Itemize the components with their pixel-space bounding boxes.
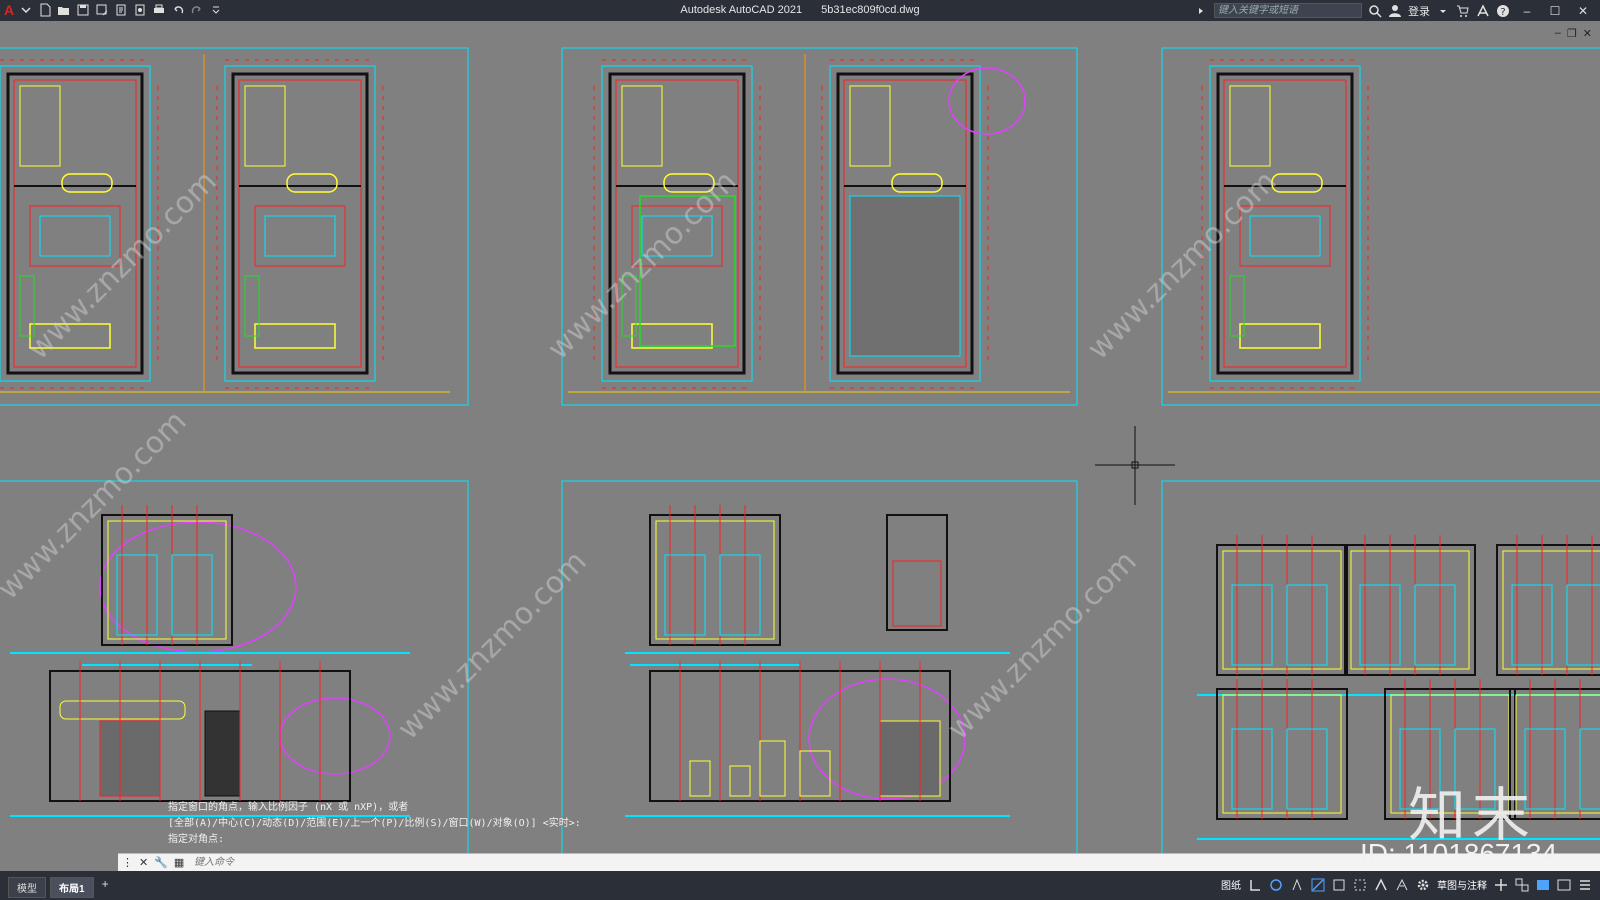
redo-icon[interactable] (190, 3, 204, 17)
drawing-layer: www.znzmo.com www.znzmo.com www.znzmo.co… (0, 47, 1600, 854)
plot-icon[interactable] (114, 3, 128, 17)
command-line-tools: ⋮ ✕ 🔧 ▦ (118, 856, 192, 869)
watermark-site: www.znzmo.com (0, 404, 194, 607)
viewport-close-icon[interactable]: ✕ (1583, 27, 1592, 40)
command-history: 指定窗口的角点，输入比例因子 (nX 或 nXP)，或者 [全部(A)/中心(C)… (168, 800, 581, 848)
isodraft-icon[interactable] (1290, 878, 1304, 892)
chevron-down-icon[interactable] (19, 3, 33, 17)
close-command-icon[interactable]: ✕ (139, 856, 148, 869)
elevation-view (1324, 534, 1496, 696)
elevation-view (1476, 534, 1600, 696)
gear-icon[interactable] (1416, 878, 1430, 892)
viewport-minimize-icon[interactable]: – (1555, 27, 1561, 40)
workspace-switch[interactable]: 草图与注释 (1437, 877, 1487, 892)
user-icon[interactable] (1388, 4, 1402, 18)
elevation-view (886, 514, 948, 631)
long-elevation (10, 652, 410, 817)
undo-icon[interactable] (171, 3, 185, 17)
auto-scale-icon[interactable] (1395, 878, 1409, 892)
open-icon[interactable] (57, 3, 71, 17)
application-menu-button[interactable]: A (4, 2, 14, 18)
viewport-restore-icon[interactable]: ❐ (1567, 27, 1577, 40)
customize-icon[interactable] (209, 3, 223, 17)
elevation-view (629, 504, 801, 666)
ortho-icon[interactable] (1248, 878, 1262, 892)
watermark-site: www.znzmo.com (941, 544, 1144, 747)
grip-icon[interactable]: ⋮ (122, 856, 133, 869)
watermark-site: www.znzmo.com (541, 164, 744, 367)
titlebar-right: 键入关键字或短语 登录 ? – ☐ ✕ (1194, 0, 1600, 21)
app-title: Autodesk AutoCAD 2021 (680, 4, 803, 16)
clean-screen-icon[interactable] (1557, 878, 1571, 892)
close-icon[interactable]: ✕ (1572, 4, 1594, 18)
drawing-canvas[interactable]: www.znzmo.com www.znzmo.com www.znzmo.co… (0, 21, 1600, 854)
layout-tabs: 模型 布局1 + (8, 877, 113, 898)
chevron-right-icon[interactable] (1194, 4, 1208, 18)
paper-space-toggle[interactable]: 图纸 (1221, 877, 1241, 892)
print-icon[interactable] (152, 3, 166, 17)
file-name: 5b31ec809f0cd.dwg (821, 4, 920, 16)
svg-text:?: ? (1500, 7, 1505, 18)
tab-model[interactable]: 模型 (8, 877, 46, 898)
save-icon[interactable] (76, 3, 90, 17)
annotation-visibility-icon[interactable] (1374, 877, 1388, 892)
search-input[interactable]: 键入关键字或短语 (1214, 3, 1362, 18)
title-bar: A Autodesk AutoCAD 2021 5b31ec809f0cd.dw… (0, 0, 1600, 21)
publish-icon[interactable] (133, 3, 147, 17)
autodesk-app-icon[interactable] (1476, 3, 1490, 18)
revision-cloud (279, 697, 391, 775)
polar-tracking-icon[interactable] (1269, 878, 1283, 892)
elevation-view (1196, 678, 1368, 840)
revision-cloud (99, 521, 297, 653)
status-bar: 模型 布局1 + 图纸 草图与注释 (0, 871, 1600, 900)
maximize-icon[interactable]: ☐ (1544, 4, 1566, 18)
viewport-controls: – ❐ ✕ (1555, 27, 1592, 40)
quick-access-toolbar: A (4, 2, 223, 18)
annotation-monitor-icon[interactable] (1494, 878, 1508, 892)
minimize-icon[interactable]: – (1516, 4, 1538, 18)
floor-hatch (849, 195, 961, 357)
command-history-line: 指定对角点: (168, 834, 225, 845)
saveas-icon[interactable] (95, 3, 109, 17)
wrench-icon[interactable]: 🔧 (154, 856, 168, 869)
add-layout-button[interactable]: + (98, 877, 113, 898)
watermark-site: www.znzmo.com (21, 164, 224, 367)
lineweight-icon[interactable] (1332, 878, 1346, 892)
cart-icon[interactable] (1456, 4, 1470, 18)
watermark-site: www.znzmo.com (1081, 164, 1284, 367)
elevation-detail (892, 560, 942, 627)
object-snap-icon[interactable] (1311, 878, 1325, 892)
quick-properties-icon[interactable] (1536, 878, 1550, 892)
elevation-view (1196, 534, 1368, 696)
new-icon[interactable] (38, 3, 52, 17)
chevron-down-icon[interactable] (1436, 4, 1450, 18)
command-history-icon[interactable]: ▦ (174, 856, 184, 869)
customization-menu-icon[interactable] (1578, 878, 1592, 892)
elevation-view (81, 504, 253, 666)
command-history-line: 指定窗口的角点，输入比例因子 (nX 或 nXP)，或者 (168, 802, 409, 813)
search-icon[interactable] (1368, 4, 1382, 18)
login-button[interactable]: 登录 (1408, 3, 1430, 19)
floor-plan (215, 58, 385, 390)
units-icon[interactable] (1515, 878, 1529, 892)
crosshair-cursor (1095, 426, 1175, 505)
status-tools: 图纸 草图与注释 (1221, 877, 1592, 892)
command-history-line: [全部(A)/中心(C)/动态(D)/范围(E)/上一个(P)/比例(S)/窗口… (168, 818, 581, 829)
watermark-id: ID: 1101867134 (1360, 838, 1558, 869)
revision-cloud (948, 67, 1026, 135)
tab-layout1[interactable]: 布局1 (50, 877, 94, 898)
help-icon[interactable]: ? (1496, 4, 1510, 18)
watermark-site: www.znzmo.com (391, 544, 594, 747)
selection-cycling-icon[interactable] (1353, 878, 1367, 892)
